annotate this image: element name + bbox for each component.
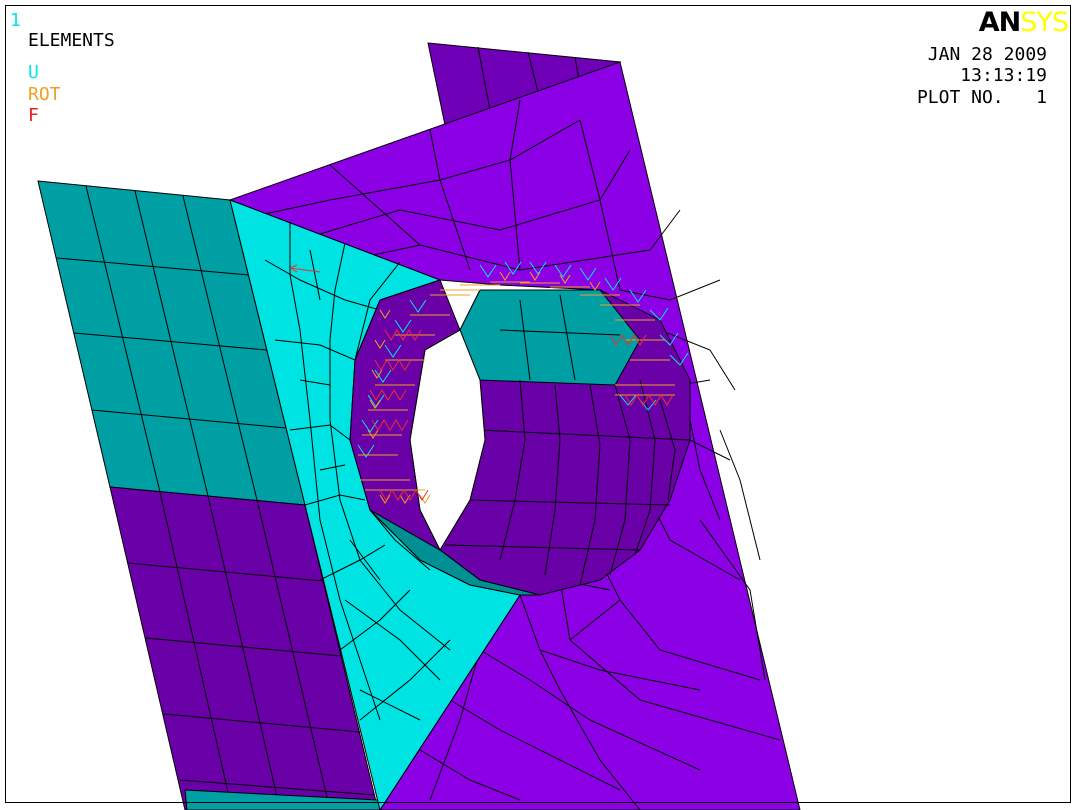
plot-time: 13:13:19 <box>960 65 1047 86</box>
logo-part-sys: SYS <box>1020 7 1069 38</box>
legend-item-rot: ROT <box>28 84 61 105</box>
plot-date: JAN 28 2009 <box>927 44 1047 65</box>
ansys-logo: ANSYS <box>978 7 1069 38</box>
plot-number: PLOT NO. 1 <box>916 87 1047 108</box>
legend-title: ELEMENTS <box>28 30 115 51</box>
legend-item-f: F <box>28 105 39 126</box>
viewport-border <box>5 5 1071 803</box>
legend-item-u: U <box>28 62 39 83</box>
graphics-viewport[interactable]: 1 ELEMENTS U ROT F ANSYS JAN 28 2009 13:… <box>0 0 1077 810</box>
window-number: 1 <box>10 10 21 31</box>
logo-part-an: AN <box>978 7 1021 38</box>
